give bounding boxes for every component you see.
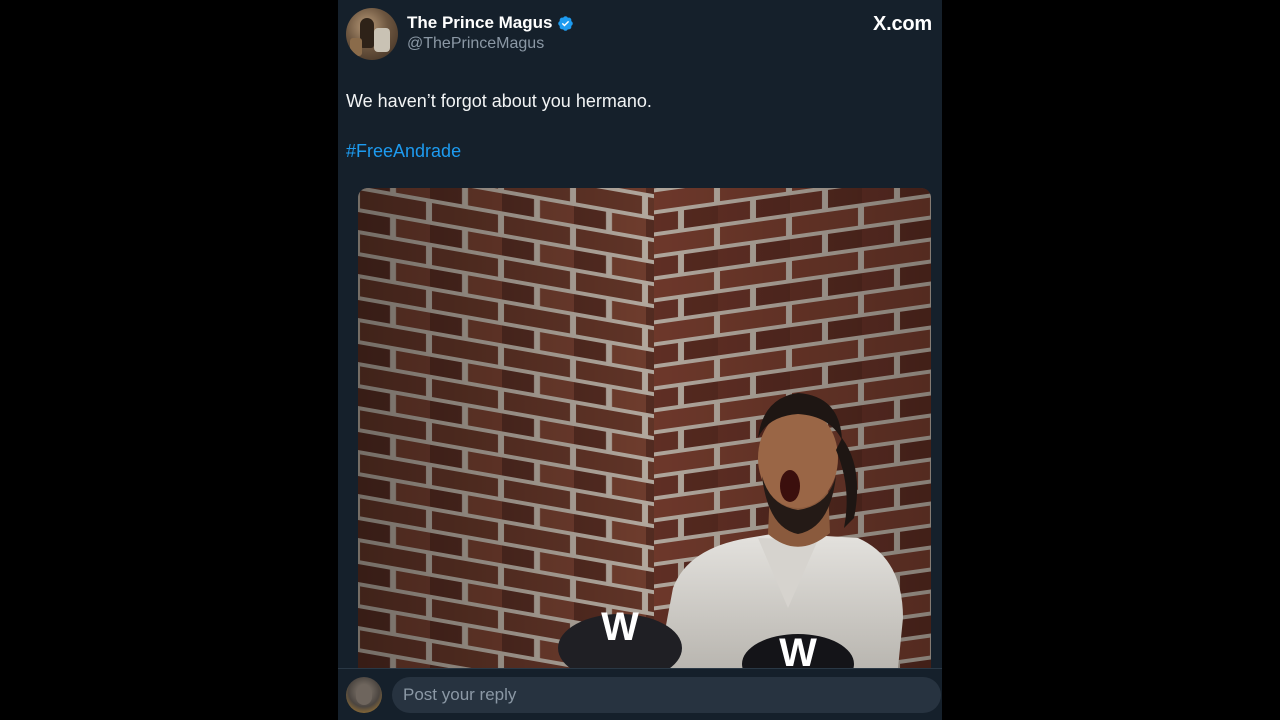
author-avatar[interactable] (346, 8, 398, 60)
site-label: X.com (872, 13, 932, 35)
tweet-panel: The Prince Magus @ThePrinceMagus X.com W… (338, 0, 942, 720)
logo-mark-left: W (601, 605, 639, 649)
logo-mark-right: W (779, 631, 817, 668)
author-name-text: The Prince Magus (407, 13, 553, 32)
user-avatar[interactable] (346, 677, 382, 713)
verified-badge-icon (558, 15, 574, 31)
hashtag-link[interactable]: #FreeAndrade (346, 140, 461, 162)
author-handle[interactable]: @ThePrinceMagus (407, 34, 544, 54)
author-name[interactable]: The Prince Magus (407, 12, 574, 34)
reply-bar (338, 668, 942, 720)
tweet-media-image[interactable]: W W (358, 188, 931, 668)
tweet-text: We haven’t forgot about you hermano. (346, 91, 652, 111)
reply-input[interactable] (392, 677, 941, 713)
brick-wall-image: W W (358, 188, 931, 668)
